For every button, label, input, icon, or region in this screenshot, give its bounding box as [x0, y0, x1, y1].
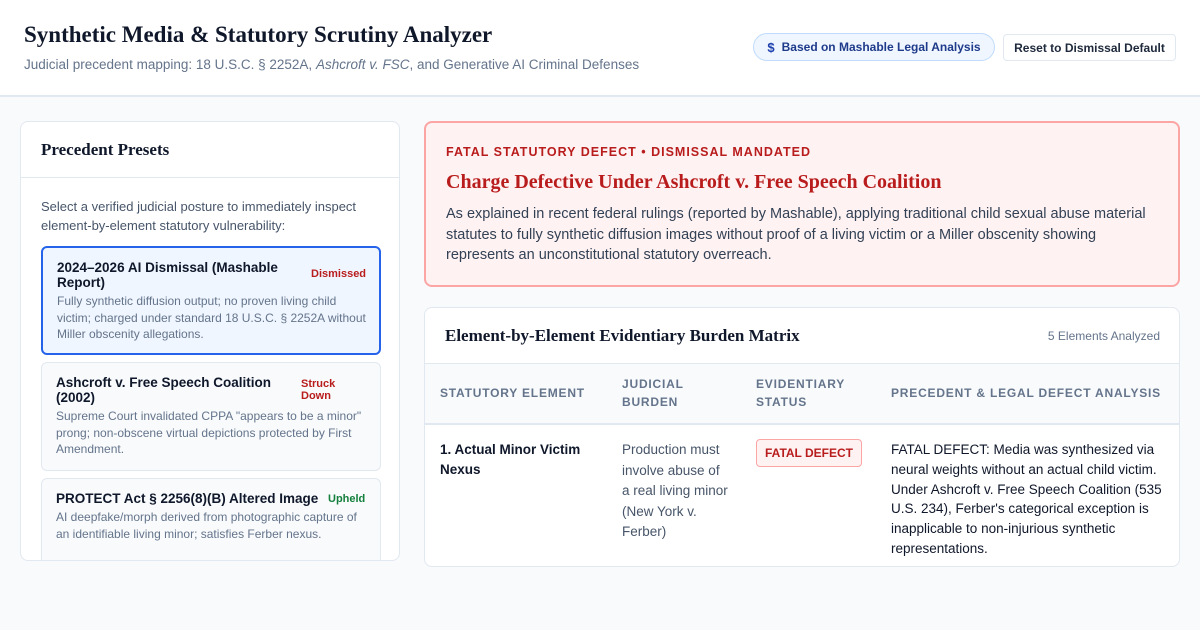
subtitle-case-name: Ashcroft v. FSC — [315, 57, 410, 72]
preset-card-ai-dismissal[interactable]: 2024–2026 AI Dismissal (Mashable Report)… — [41, 246, 381, 355]
table-header: STATUTORY ELEMENT JUDICIAL BURDEN EVIDEN… — [425, 363, 1179, 425]
presets-divider — [21, 177, 399, 178]
alert-body: As explained in recent federal rulings (… — [446, 206, 1146, 263]
preset-name: Ashcroft v. Free Speech Coalition (2002) — [56, 375, 272, 405]
column-header-analysis: PRECEDENT & LEGAL DEFECT ANALYSIS — [891, 386, 1161, 400]
column-header-burden: JUDICIAL BURDEN — [622, 377, 684, 409]
source-badge[interactable]: $ Based on Mashable Legal Analysis — [753, 33, 995, 61]
column-header-element: STATUTORY ELEMENT — [440, 386, 585, 400]
alert-title: Charge Defective Under Ashcroft v. Free … — [446, 171, 942, 193]
presets-title: Precedent Presets — [41, 140, 170, 159]
app-title: Synthetic Media & Statutory Scrutiny Ana… — [24, 22, 493, 47]
dismissal-alert: FATAL STATUTORY DEFECT • DISMISSAL MANDA… — [424, 121, 1180, 287]
statutory-element-cell: 1. Actual Minor Victim Nexus — [440, 442, 581, 477]
preset-status-badge: Dismissed — [311, 268, 367, 280]
presets-intro: Select a verified judicial posture to im… — [41, 199, 357, 233]
app-header: Synthetic Media & Statutory Scrutiny Ana… — [0, 0, 1200, 97]
matrix-title: Element-by-Element Evidentiary Burden Ma… — [445, 326, 800, 345]
app-subtitle: Judicial precedent mapping: 18 U.S.C. § … — [24, 57, 640, 72]
preset-status-badge: Upheld — [328, 493, 366, 505]
defect-analysis-cell: FATAL DEFECT: Media was synthesized via … — [891, 442, 1162, 556]
judicial-burden-cell: Production must involve abuse of a real … — [622, 442, 728, 539]
preset-description: Supreme Court invalidated CPPA "appears … — [56, 409, 362, 456]
alert-kicker: FATAL STATUTORY DEFECT • DISMISSAL MANDA… — [446, 145, 811, 159]
dollar-sign-icon: $ — [767, 39, 775, 55]
preset-card-protect-act[interactable]: PROTECT Act § 2256(8)(B) Altered Image U… — [41, 478, 381, 560]
column-header-status: EVIDENTIARY STATUS — [756, 377, 845, 409]
preset-name: 2024–2026 AI Dismissal (Mashable Report) — [57, 260, 278, 290]
source-badge-label: Based on Mashable Legal Analysis — [781, 40, 981, 54]
preset-description: AI deepfake/morph derived from photograp… — [56, 510, 357, 541]
presets-panel: Precedent Presets Select a verified judi… — [20, 121, 400, 561]
reset-button[interactable]: Reset to Dismissal Default — [1003, 34, 1176, 61]
evidentiary-status-badge: FATAL DEFECT — [756, 439, 862, 467]
preset-description: Fully synthetic diffusion output; no pro… — [57, 294, 366, 341]
matrix-count: 5 Elements Analyzed — [1047, 329, 1160, 343]
preset-name: PROTECT Act § 2256(8)(B) Altered Image — [56, 491, 319, 506]
preset-status-badge: Struck Down — [301, 378, 336, 402]
preset-card-ashcroft[interactable]: Ashcroft v. Free Speech Coalition (2002)… — [41, 362, 381, 471]
evidentiary-matrix: Element-by-Element Evidentiary Burden Ma… — [424, 307, 1180, 567]
